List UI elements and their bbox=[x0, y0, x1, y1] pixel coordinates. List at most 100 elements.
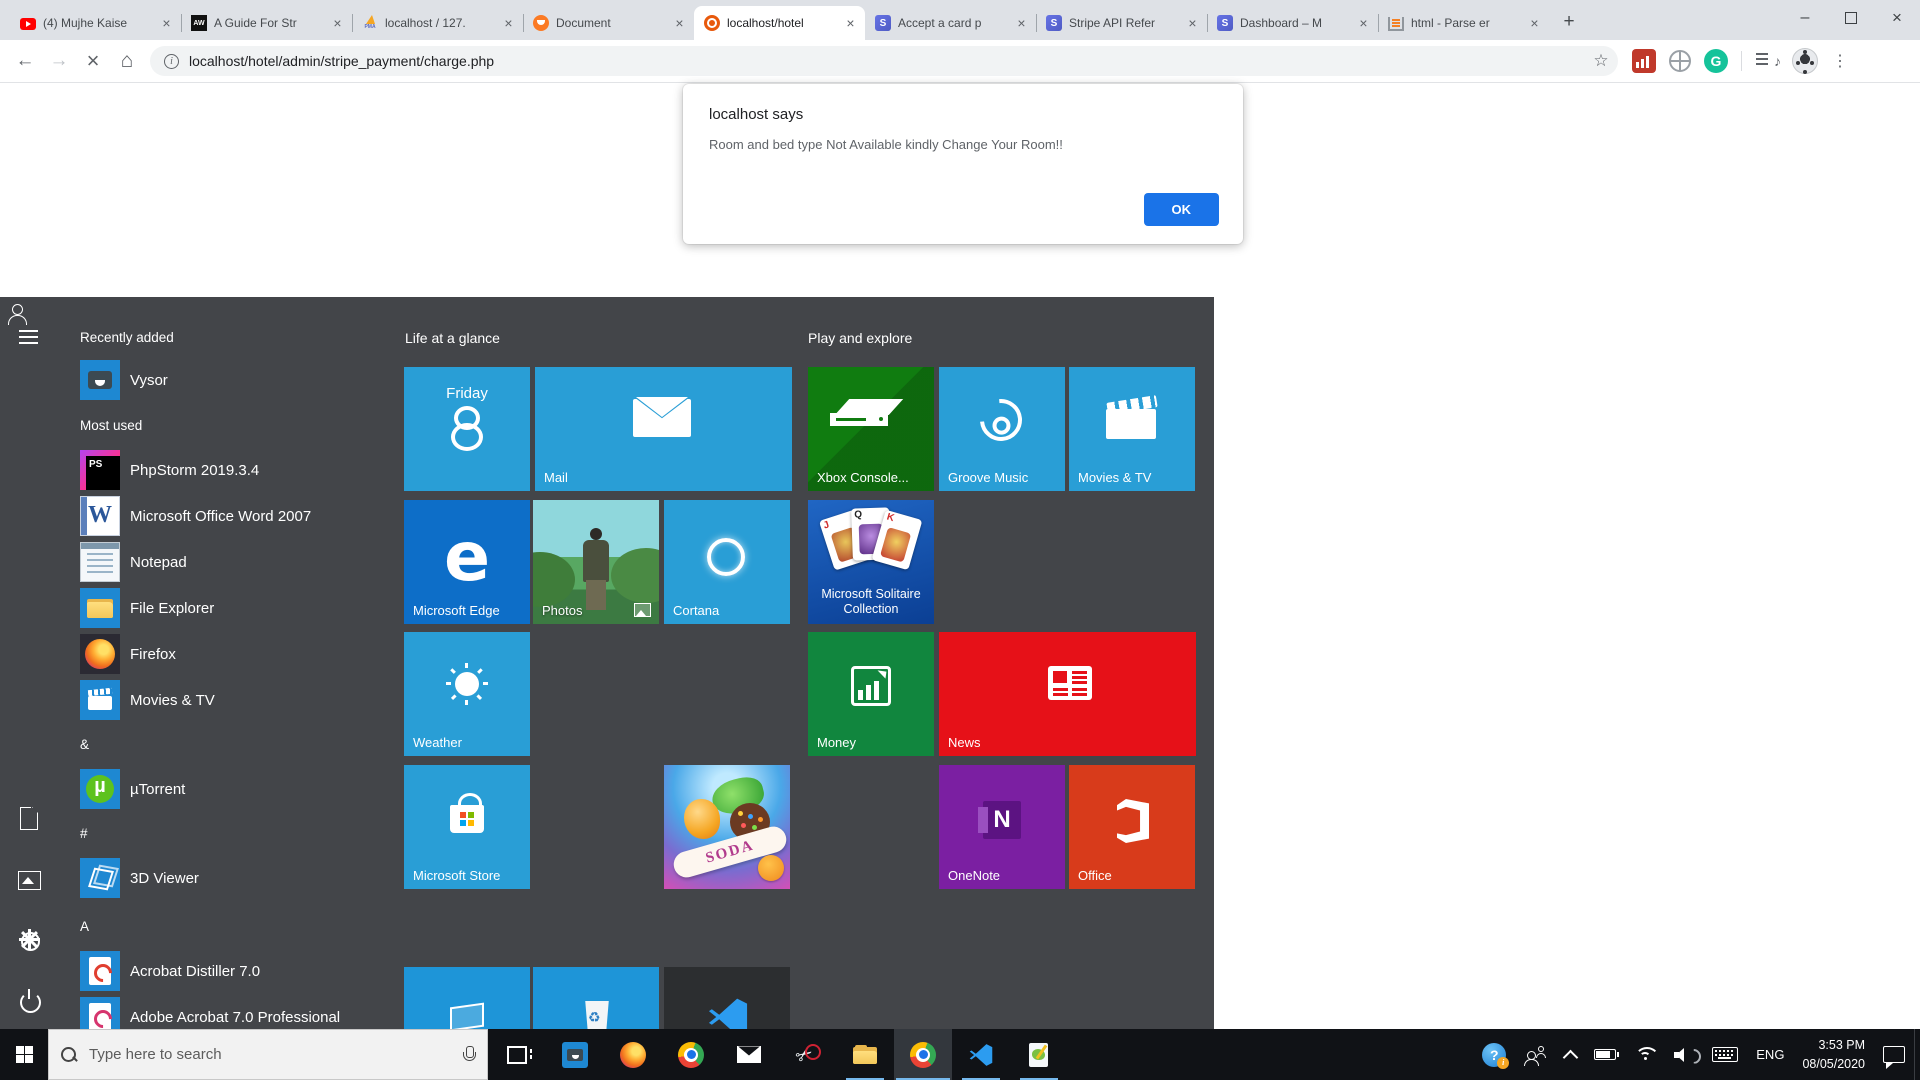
taskbar-mail[interactable] bbox=[720, 1029, 778, 1080]
new-tab-button[interactable] bbox=[1555, 8, 1583, 36]
media-queue-icon[interactable] bbox=[1755, 49, 1779, 73]
action-center-button[interactable] bbox=[1874, 1029, 1914, 1080]
vysor-icon bbox=[562, 1042, 588, 1068]
taskbar-firefox[interactable] bbox=[604, 1029, 662, 1080]
tray-help-app[interactable] bbox=[1473, 1029, 1515, 1080]
phpmyadmin-icon bbox=[362, 15, 378, 31]
home-button[interactable] bbox=[110, 44, 144, 78]
hamburger-menu-icon[interactable] bbox=[18, 327, 40, 349]
tile-movies-tv[interactable]: Movies & TV bbox=[1069, 367, 1195, 491]
tray-clock[interactable]: 3:53 PM 08/05/2020 bbox=[1793, 1029, 1874, 1080]
back-button[interactable] bbox=[8, 44, 42, 78]
browser-menu-icon[interactable] bbox=[1831, 51, 1849, 71]
forward-button[interactable] bbox=[42, 44, 76, 78]
tile-office[interactable]: Office bbox=[1069, 765, 1195, 889]
tile-mail[interactable]: Mail bbox=[535, 367, 792, 491]
task-view-button[interactable] bbox=[488, 1029, 546, 1080]
tile-xbox-console[interactable]: Xbox Console... bbox=[808, 367, 934, 491]
address-bar[interactable]: localhost/hotel/admin/stripe_payment/cha… bbox=[150, 46, 1618, 76]
tile-solitaire[interactable]: J Q K Microsoft Solitaire Collection bbox=[808, 500, 934, 624]
app-item-utorrent[interactable]: µTorrent bbox=[80, 769, 400, 809]
app-item-phpstorm[interactable]: PhpStorm 2019.3.4 bbox=[80, 450, 400, 490]
tab-stackoverflow[interactable]: html - Parse er bbox=[1378, 6, 1549, 40]
stop-loading-button[interactable] bbox=[76, 44, 110, 78]
tile-candy-crush-soda[interactable]: SODA bbox=[664, 765, 790, 889]
ok-button[interactable]: OK bbox=[1144, 193, 1220, 226]
app-item-3d-viewer[interactable]: 3D Viewer bbox=[80, 858, 400, 898]
start-button[interactable] bbox=[0, 1029, 48, 1080]
tab-close-icon[interactable] bbox=[671, 15, 688, 32]
power-icon[interactable] bbox=[18, 989, 40, 1011]
settings-gear-icon[interactable] bbox=[18, 929, 40, 951]
tab-stripe-api[interactable]: Stripe API Refer bbox=[1036, 6, 1207, 40]
tile-calendar[interactable]: Friday bbox=[404, 367, 530, 491]
person-photo bbox=[583, 540, 609, 582]
tab-close-icon[interactable] bbox=[500, 15, 517, 32]
page-info-icon[interactable] bbox=[164, 54, 179, 69]
tile-groove-music[interactable]: Groove Music bbox=[939, 367, 1065, 491]
pictures-icon[interactable] bbox=[18, 869, 40, 891]
tray-overflow[interactable] bbox=[1555, 1029, 1585, 1080]
app-item-firefox[interactable]: Firefox bbox=[80, 634, 400, 674]
tray-battery[interactable] bbox=[1585, 1029, 1625, 1080]
tray-wifi[interactable] bbox=[1625, 1029, 1665, 1080]
documents-icon[interactable] bbox=[18, 807, 40, 829]
grammarly-extension-icon[interactable] bbox=[1704, 49, 1728, 73]
tab-close-icon[interactable] bbox=[158, 15, 175, 32]
recently-added-header: Recently added bbox=[80, 330, 400, 348]
tile-microsoft-store[interactable]: Microsoft Store bbox=[404, 765, 530, 889]
tab-close-icon[interactable] bbox=[329, 15, 346, 32]
window-close-button[interactable] bbox=[1874, 0, 1920, 36]
globe-extension-icon[interactable] bbox=[1669, 50, 1691, 72]
tab-stripe-dashboard[interactable]: Dashboard – M bbox=[1207, 6, 1378, 40]
tile-weather[interactable]: Weather bbox=[404, 632, 530, 756]
tab-close-icon[interactable] bbox=[1526, 15, 1543, 32]
app-item-word[interactable]: Microsoft Office Word 2007 bbox=[80, 496, 400, 536]
window-minimize-button[interactable] bbox=[1782, 0, 1828, 36]
tray-language[interactable]: ENG bbox=[1747, 1029, 1793, 1080]
tab-localhost-hotel-active[interactable]: localhost/hotel bbox=[694, 6, 865, 40]
taskbar-snipping-tool[interactable] bbox=[778, 1029, 836, 1080]
url-text[interactable]: localhost/hotel/admin/stripe_payment/cha… bbox=[189, 53, 1588, 69]
taskbar-file-explorer[interactable] bbox=[836, 1029, 894, 1080]
bookmark-star-icon[interactable] bbox=[1588, 48, 1614, 74]
tray-volume[interactable] bbox=[1665, 1029, 1703, 1080]
vysor-icon bbox=[80, 360, 120, 400]
tab-close-icon[interactable] bbox=[1355, 15, 1372, 32]
app-item-acrobat-distiller[interactable]: Acrobat Distiller 7.0 bbox=[80, 951, 400, 991]
taskbar-vscode[interactable] bbox=[952, 1029, 1010, 1080]
tray-people[interactable] bbox=[1515, 1029, 1555, 1080]
soccer-extension-icon[interactable] bbox=[1792, 48, 1818, 74]
section-letter[interactable]: A bbox=[80, 919, 400, 937]
adblock-extension-icon[interactable] bbox=[1632, 49, 1656, 73]
show-desktop-button[interactable] bbox=[1914, 1029, 1920, 1080]
taskbar-notepad-plus[interactable] bbox=[1010, 1029, 1068, 1080]
tab-youtube[interactable]: (4) Mujhe Kaise bbox=[10, 6, 181, 40]
taskbar-vysor[interactable] bbox=[546, 1029, 604, 1080]
tray-touch-keyboard[interactable] bbox=[1703, 1029, 1747, 1080]
section-letter[interactable]: & bbox=[80, 737, 400, 755]
section-letter[interactable]: # bbox=[80, 826, 400, 844]
tab-guide[interactable]: A Guide For Str bbox=[181, 6, 352, 40]
tile-news[interactable]: News bbox=[939, 632, 1196, 756]
app-item-notepad[interactable]: Notepad bbox=[80, 542, 400, 582]
tile-photos[interactable]: Photos bbox=[533, 500, 659, 624]
tab-close-icon[interactable] bbox=[1013, 15, 1030, 32]
tab-document[interactable]: Document bbox=[523, 6, 694, 40]
tile-microsoft-edge[interactable]: e Microsoft Edge bbox=[404, 500, 530, 624]
tile-cortana[interactable]: Cortana bbox=[664, 500, 790, 624]
tab-close-icon[interactable] bbox=[1184, 15, 1201, 32]
tab-phpmyadmin[interactable]: localhost / 127. bbox=[352, 6, 523, 40]
microphone-icon[interactable] bbox=[463, 1046, 475, 1064]
taskbar-search-box[interactable]: Type here to search bbox=[48, 1029, 488, 1080]
taskbar-chrome-active[interactable] bbox=[894, 1029, 952, 1080]
app-item-movies-tv[interactable]: Movies & TV bbox=[80, 680, 400, 720]
tile-onenote[interactable]: N OneNote bbox=[939, 765, 1065, 889]
window-restore-button[interactable] bbox=[1828, 0, 1874, 36]
tab-close-icon[interactable] bbox=[842, 15, 859, 32]
tab-stripe-accept[interactable]: Accept a card p bbox=[865, 6, 1036, 40]
taskbar-chrome-pinned[interactable] bbox=[662, 1029, 720, 1080]
tile-money[interactable]: Money bbox=[808, 632, 934, 756]
app-item-vysor[interactable]: Vysor bbox=[80, 360, 400, 400]
app-item-file-explorer[interactable]: File Explorer bbox=[80, 588, 400, 628]
